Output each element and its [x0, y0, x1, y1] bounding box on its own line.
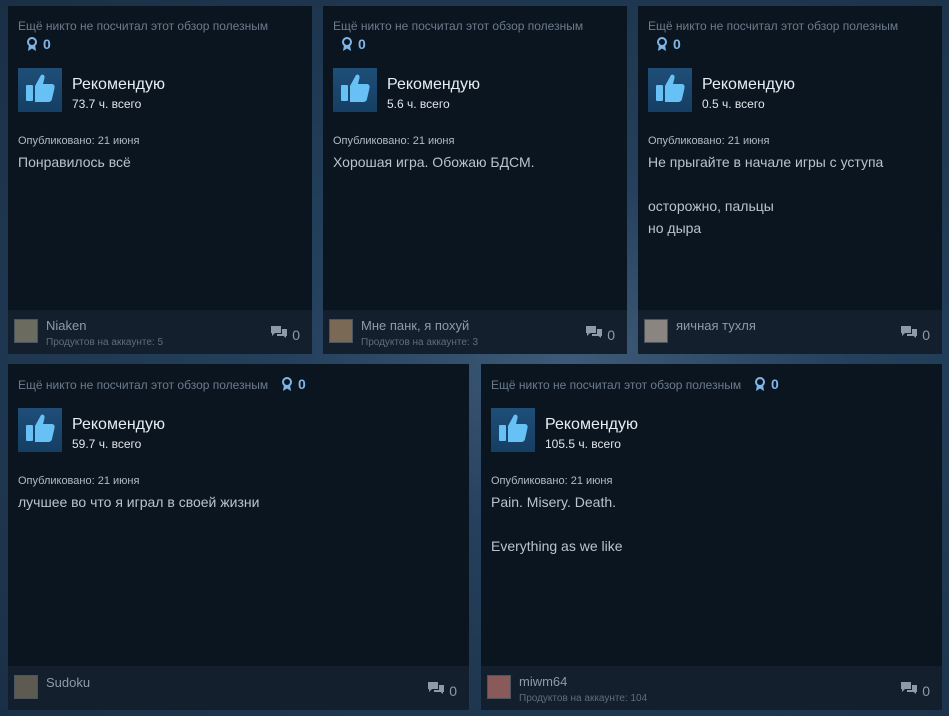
recommendation-thumb[interactable] [648, 68, 692, 112]
hours-played: 59.7 ч. всего [72, 437, 142, 451]
comments-button[interactable]: 0 [900, 681, 930, 700]
review-body: лучшее во что я играл в своей жизни [18, 491, 458, 513]
award-ribbon-icon [754, 376, 766, 392]
helpful-count-text: Ещё никто не посчитал этот обзор полезны… [333, 19, 584, 33]
review-footer: miwm64 Продуктов на аккаунте: 104 0 [481, 666, 942, 710]
hours-played: 0.5 ч. всего [702, 97, 765, 111]
review-text-line: лучшее во что я играл в своей жизни [18, 494, 260, 510]
comment-bubbles-icon [585, 325, 603, 344]
award-button[interactable]: 0 [341, 36, 366, 52]
comments-button[interactable]: 0 [427, 681, 457, 700]
review-body: Понравилось всё [18, 151, 308, 173]
review-footer: Мне панк, я похуй Продуктов на аккаунте:… [323, 310, 627, 354]
award-count: 0 [298, 376, 306, 392]
avatar[interactable] [329, 319, 353, 343]
recommendation-thumb[interactable] [18, 408, 62, 452]
comment-bubbles-icon [270, 325, 288, 344]
award-button[interactable]: 0 [656, 36, 681, 52]
posted-date: Опубликовано: 21 июня [648, 135, 770, 147]
comments-button[interactable]: 0 [585, 325, 615, 344]
review-text-line: осторожно, пальцы [648, 198, 774, 214]
hours-played: 5.6 ч. всего [387, 97, 450, 111]
comments-count: 0 [607, 326, 615, 343]
posted-date: Опубликовано: 21 июня [333, 135, 455, 147]
review-card: Ещё никто не посчитал этот обзор полезны… [638, 6, 942, 354]
hours-played: 105.5 ч. всего [545, 437, 621, 451]
award-ribbon-icon [656, 36, 668, 52]
comments-count: 0 [449, 682, 457, 699]
comments-count: 0 [922, 682, 930, 699]
review-text-line: Everything as we like [491, 538, 623, 554]
review-footer: Niaken Продуктов на аккаунте: 5 0 [8, 310, 312, 354]
products-count: Продуктов на аккаунте: 5 [46, 337, 164, 348]
review-text-line: Понравилось всё [18, 154, 131, 170]
recommendation-title[interactable]: Рекомендую [702, 76, 795, 94]
comment-bubbles-icon [900, 325, 918, 344]
thumbs-up-icon [23, 411, 57, 450]
review-card: Ещё никто не посчитал этот обзор полезны… [481, 364, 942, 710]
award-ribbon-icon [26, 36, 38, 52]
review-text-line [491, 513, 931, 535]
award-count: 0 [358, 36, 366, 52]
avatar[interactable] [14, 675, 38, 699]
recommendation-thumb[interactable] [491, 408, 535, 452]
award-button[interactable]: 0 [281, 376, 306, 392]
review-body: Pain. Misery. Death. Everything as we li… [491, 491, 931, 557]
review-card: Ещё никто не посчитал этот обзор полезны… [8, 364, 469, 710]
review-body: Не прыгайте в начале игры с уступа остор… [648, 151, 938, 239]
award-count: 0 [771, 376, 779, 392]
comment-bubbles-icon [427, 681, 445, 700]
recommendation-title[interactable]: Рекомендую [72, 416, 165, 434]
review-text-line: Хорошая игра. Обожаю БДСМ. [333, 154, 535, 170]
posted-date: Опубликовано: 21 июня [18, 135, 140, 147]
thumbs-up-icon [23, 71, 57, 110]
review-card: Ещё никто не посчитал этот обзор полезны… [8, 6, 312, 354]
award-count: 0 [673, 36, 681, 52]
recommendation-thumb[interactable] [18, 68, 62, 112]
review-text-line [648, 173, 938, 195]
award-ribbon-icon [341, 36, 353, 52]
comments-button[interactable]: 0 [270, 325, 300, 344]
author-name[interactable]: яичная тухля [676, 318, 756, 333]
avatar[interactable] [644, 319, 668, 343]
avatar[interactable] [14, 319, 38, 343]
products-count: Продуктов на аккаунте: 3 [361, 337, 479, 348]
comments-button[interactable]: 0 [900, 325, 930, 344]
helpful-count-text: Ещё никто не посчитал этот обзор полезны… [491, 378, 742, 392]
thumbs-up-icon [653, 71, 687, 110]
recommendation-title[interactable]: Рекомендую [545, 416, 638, 434]
comments-count: 0 [292, 326, 300, 343]
review-footer: яичная тухля 0 [638, 310, 942, 354]
author-name[interactable]: Мне панк, я похуй [361, 318, 469, 333]
recommendation-title[interactable]: Рекомендую [387, 76, 480, 94]
review-body: Хорошая игра. Обожаю БДСМ. [333, 151, 623, 173]
author-name[interactable]: Niaken [46, 318, 86, 333]
helpful-count-text: Ещё никто не посчитал этот обзор полезны… [648, 19, 899, 33]
helpful-count-text: Ещё никто не посчитал этот обзор полезны… [18, 378, 269, 392]
products-count: Продуктов на аккаунте: 104 [519, 693, 648, 704]
author-name[interactable]: Sudoku [46, 675, 90, 690]
review-text-line: Не прыгайте в начале игры с уступа [648, 154, 884, 170]
recommendation-title[interactable]: Рекомендую [72, 76, 165, 94]
helpful-count-text: Ещё никто не посчитал этот обзор полезны… [18, 19, 269, 33]
review-text-line: но дыра [648, 220, 702, 236]
thumbs-up-icon [496, 411, 530, 450]
posted-date: Опубликовано: 21 июня [491, 475, 613, 487]
author-name[interactable]: miwm64 [519, 674, 567, 689]
award-button[interactable]: 0 [754, 376, 779, 392]
thumbs-up-icon [338, 71, 372, 110]
comments-count: 0 [922, 326, 930, 343]
award-button[interactable]: 0 [26, 36, 51, 52]
posted-date: Опубликовано: 21 июня [18, 475, 140, 487]
review-card: Ещё никто не посчитал этот обзор полезны… [323, 6, 627, 354]
hours-played: 73.7 ч. всего [72, 97, 142, 111]
recommendation-thumb[interactable] [333, 68, 377, 112]
review-footer: Sudoku 0 [8, 666, 469, 710]
comment-bubbles-icon [900, 681, 918, 700]
review-text-line: Pain. Misery. Death. [491, 494, 617, 510]
award-ribbon-icon [281, 376, 293, 392]
avatar[interactable] [487, 675, 511, 699]
award-count: 0 [43, 36, 51, 52]
